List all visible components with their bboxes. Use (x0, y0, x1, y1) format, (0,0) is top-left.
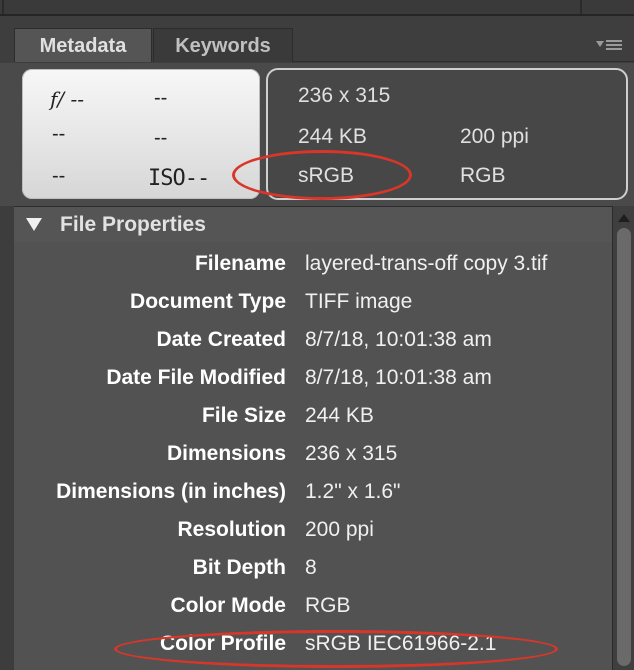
property-row-dimensions-inches: Dimensions (in inches) 1.2" x 1.6" (14, 476, 612, 512)
exif-camera-data: f/ -- -- -- -- -- ISO-- (22, 69, 260, 199)
property-value: 8 (305, 556, 317, 579)
summary-dimensions: 236 x 315 (298, 84, 391, 107)
property-value: TIFF image (305, 290, 413, 313)
property-row-dimensions: Dimensions 236 x 315 (14, 438, 612, 474)
property-label: Date File Modified (106, 366, 286, 389)
property-label: Dimensions (in inches) (56, 480, 286, 503)
highlight-ellipse (232, 150, 412, 200)
divider (2, 0, 4, 14)
summary-color-mode: RGB (460, 164, 506, 187)
scrollbar-thumb[interactable] (617, 228, 631, 666)
scroll-up-icon[interactable] (618, 214, 630, 222)
exposure-comp-value: -- (52, 123, 66, 145)
property-label: Bit Depth (192, 556, 286, 579)
property-row-resolution: Resolution 200 ppi (14, 514, 612, 550)
divider (580, 0, 582, 14)
divider (293, 61, 634, 62)
tab-metadata[interactable]: Metadata (14, 28, 152, 62)
iso-value: ISO-- (148, 166, 210, 191)
summary-resolution: 200 ppi (460, 125, 529, 148)
property-value: RGB (305, 594, 351, 617)
property-row-bit-depth: Bit Depth 8 (14, 552, 612, 588)
property-label: Date Created (156, 328, 286, 351)
section-header-file-properties[interactable]: File Properties (14, 206, 612, 243)
tab-keywords[interactable]: Keywords (153, 28, 293, 62)
property-label: Resolution (177, 518, 287, 541)
property-row-date-modified: Date File Modified 8/7/18, 10:01:38 am (14, 362, 612, 398)
property-label: Filename (194, 252, 286, 275)
property-label: Document Type (130, 290, 286, 313)
property-label: Dimensions (166, 442, 286, 465)
chevron-down-icon (596, 41, 604, 47)
section-title: File Properties (60, 213, 206, 236)
property-label: Color Mode (170, 594, 287, 617)
property-row-filename: Filename layered-trans-off copy 3.tif (14, 248, 612, 284)
property-value: 200 ppi (305, 518, 374, 541)
property-row-color-mode: Color Mode RGB (14, 590, 612, 626)
property-value: layered-trans-off copy 3.tif (305, 252, 548, 275)
property-label: File Size (201, 404, 286, 427)
file-properties-list: Filename layered-trans-off copy 3.tif Do… (14, 242, 612, 670)
property-value: 8/7/18, 10:01:38 am (305, 366, 492, 389)
vertical-scrollbar[interactable] (612, 206, 634, 670)
disclosure-triangle-icon[interactable] (26, 218, 42, 231)
panel-tab-strip: Metadata Keywords (0, 16, 634, 63)
highlight-ellipse (114, 630, 558, 668)
property-value: 8/7/18, 10:01:38 am (305, 328, 492, 351)
metering-value: -- (154, 127, 168, 149)
property-value: 1.2" x 1.6" (305, 480, 401, 503)
property-row-file-size: File Size 244 KB (14, 400, 612, 436)
property-row-date-created: Date Created 8/7/18, 10:01:38 am (14, 324, 612, 360)
white-balance-value: -- (52, 165, 66, 187)
property-value: 236 x 315 (305, 442, 398, 465)
panel-menu-icon[interactable] (596, 38, 626, 52)
shutter-value: -- (154, 87, 168, 109)
property-value: 244 KB (305, 404, 374, 427)
top-toolbar-strip (0, 0, 634, 16)
property-row-document-type: Document Type TIFF image (14, 286, 612, 322)
aperture-value: f/ -- (50, 87, 85, 111)
summary-file-size: 244 KB (298, 125, 367, 148)
